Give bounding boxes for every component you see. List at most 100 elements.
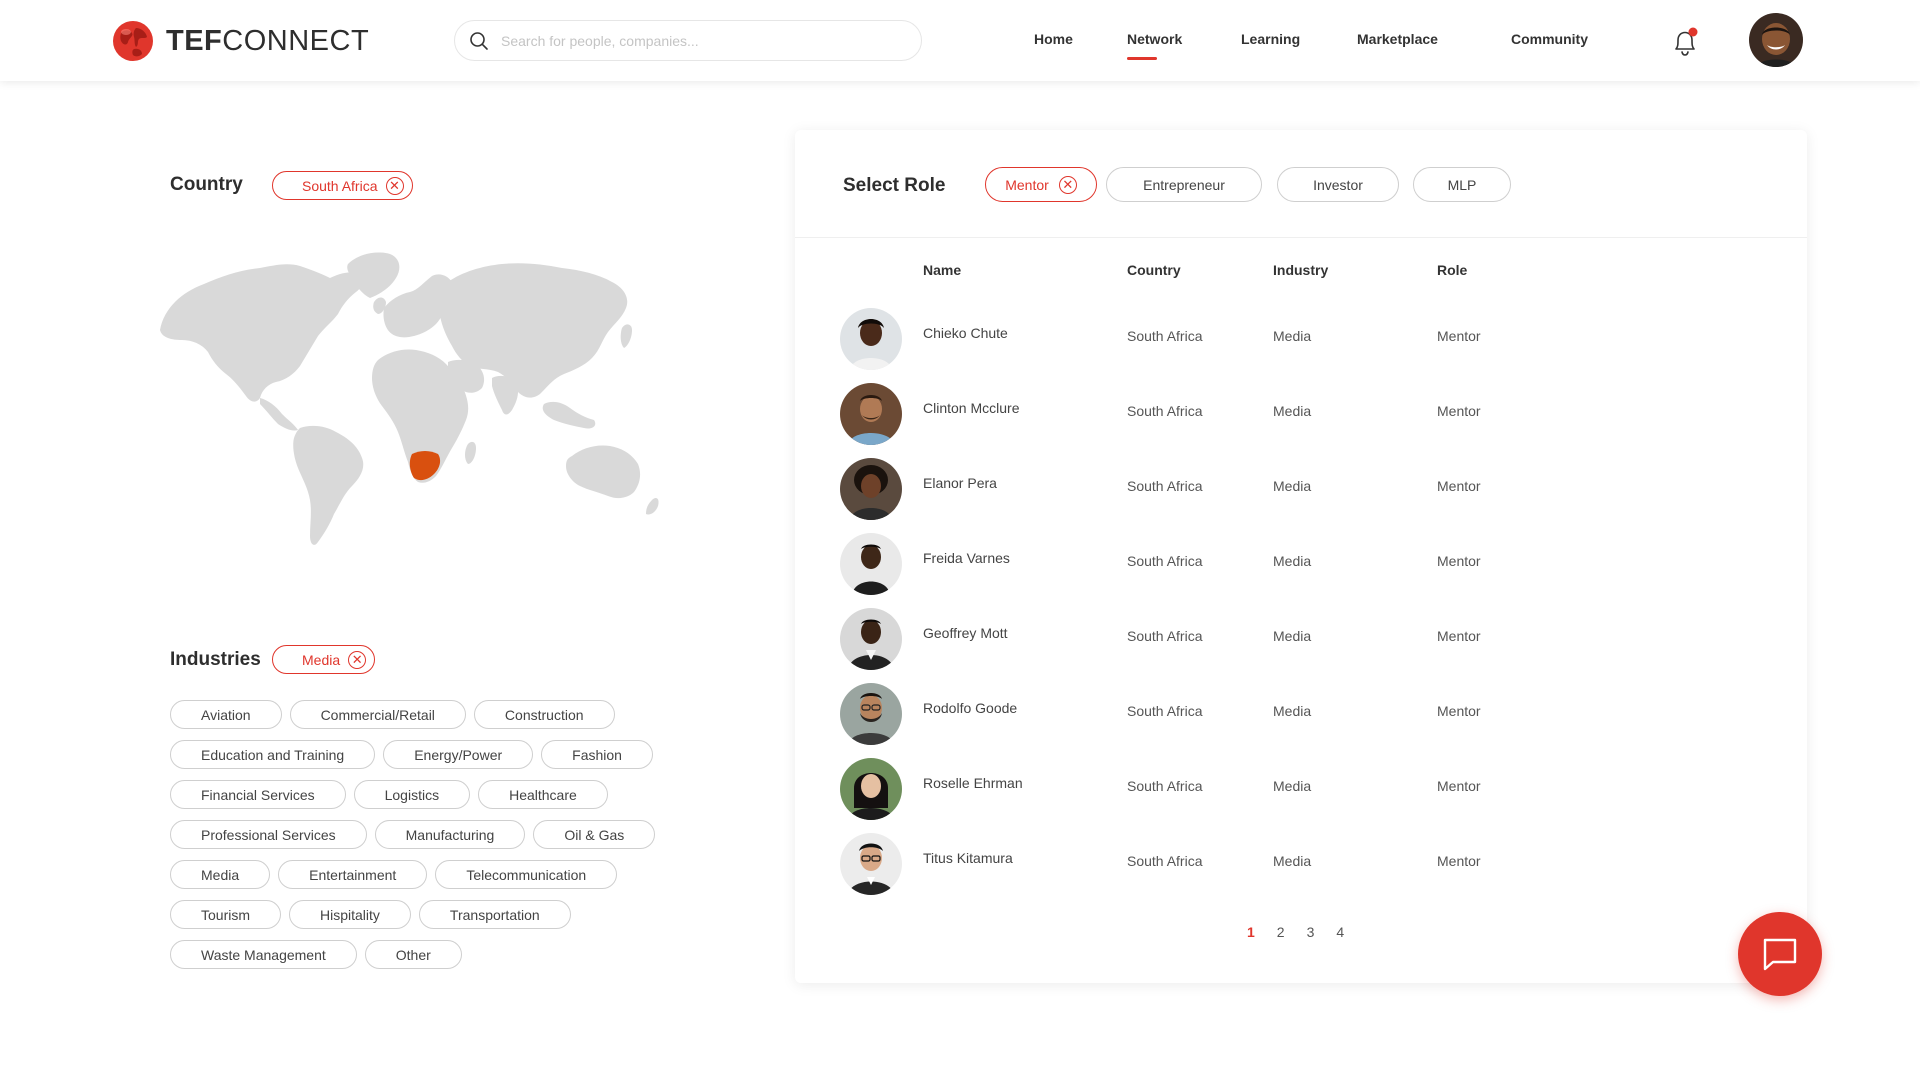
- person-name[interactable]: Freida Varnes: [923, 550, 1010, 566]
- role-chip-investor[interactable]: Investor: [1277, 167, 1399, 202]
- person-role: Mentor: [1437, 853, 1481, 869]
- role-chip-mlp[interactable]: MLP: [1413, 167, 1511, 202]
- country-label: Country: [170, 174, 243, 195]
- person-country: South Africa: [1127, 778, 1203, 794]
- remove-industry-icon[interactable]: ✕: [348, 650, 367, 669]
- person-industry: Media: [1273, 628, 1312, 644]
- industry-tag[interactable]: Education and Training: [170, 740, 376, 769]
- country-filter-chip[interactable]: South Africa ✕: [272, 171, 413, 200]
- user-avatar-image: [1749, 13, 1803, 67]
- person-name[interactable]: Roselle Ehrman: [923, 775, 1023, 791]
- page-3[interactable]: 3: [1307, 924, 1315, 940]
- search-input[interactable]: [501, 32, 901, 49]
- table-row[interactable]: Freida Varnes South Africa Media Mentor: [840, 533, 1760, 595]
- person-country: South Africa: [1127, 403, 1203, 419]
- industry-tag[interactable]: Transportation: [418, 900, 571, 929]
- role-chip-mentor[interactable]: Mentor ✕: [985, 167, 1097, 202]
- profile-photo[interactable]: [840, 833, 902, 895]
- industry-tag[interactable]: Hispitality: [289, 900, 411, 929]
- page-4[interactable]: 4: [1336, 924, 1344, 940]
- profile-photo[interactable]: [840, 683, 902, 745]
- person-industry: Media: [1273, 553, 1312, 569]
- person-role: Mentor: [1437, 778, 1481, 794]
- person-name[interactable]: Titus Kitamura: [923, 850, 1013, 866]
- column-header-country: Country: [1127, 262, 1181, 278]
- industry-tag[interactable]: Construction: [473, 700, 615, 729]
- page-2[interactable]: 2: [1277, 924, 1285, 940]
- industry-tag[interactable]: Other: [364, 940, 462, 969]
- nav-learning[interactable]: Learning: [1241, 31, 1300, 47]
- country-chip-label: South Africa: [302, 177, 378, 194]
- people-results-card: Select Role Mentor ✕ Entrepreneur Invest…: [795, 130, 1807, 983]
- search-icon: [470, 31, 488, 50]
- remove-role-icon[interactable]: ✕: [1058, 175, 1077, 194]
- industry-tag[interactable]: Healthcare: [478, 780, 608, 809]
- remove-country-icon[interactable]: ✕: [385, 176, 404, 195]
- industry-tag[interactable]: Manufacturing: [374, 820, 526, 849]
- select-role-label: Select Role: [843, 175, 946, 196]
- search-bar[interactable]: [454, 20, 922, 61]
- person-country: South Africa: [1127, 628, 1203, 644]
- nav-community[interactable]: Community: [1511, 31, 1588, 47]
- bell-icon[interactable]: [1670, 26, 1700, 58]
- table-row[interactable]: Roselle Ehrman South Africa Media Mentor: [840, 758, 1760, 820]
- table-row[interactable]: Elanor Pera South Africa Media Mentor: [840, 458, 1760, 520]
- industry-tag[interactable]: Telecommunication: [435, 860, 618, 889]
- industry-tag[interactable]: Professional Services: [170, 820, 367, 849]
- nav-home[interactable]: Home: [1034, 31, 1073, 47]
- page-1[interactable]: 1: [1247, 924, 1255, 940]
- profile-photo[interactable]: [840, 458, 902, 520]
- chat-button[interactable]: [1738, 912, 1822, 996]
- industry-tag[interactable]: Tourism: [170, 900, 282, 929]
- world-map[interactable]: [152, 248, 672, 568]
- person-country: South Africa: [1127, 478, 1203, 494]
- nav-marketplace[interactable]: Marketplace: [1357, 31, 1438, 47]
- profile-photo[interactable]: [840, 758, 902, 820]
- user-avatar[interactable]: [1749, 13, 1803, 67]
- profile-photo[interactable]: [840, 608, 902, 670]
- person-role: Mentor: [1437, 478, 1481, 494]
- person-name[interactable]: Elanor Pera: [923, 475, 997, 491]
- industry-tag[interactable]: Aviation: [170, 700, 282, 729]
- table-row[interactable]: Geoffrey Mott South Africa Media Mentor: [840, 608, 1760, 670]
- table-row[interactable]: Titus Kitamura South Africa Media Mentor: [840, 833, 1760, 895]
- person-name[interactable]: Chieko Chute: [923, 325, 1008, 341]
- industry-tag-list: Aviation Commercial/Retail Construction …: [170, 700, 670, 980]
- table-row[interactable]: Chieko Chute South Africa Media Mentor: [840, 308, 1760, 370]
- person-country: South Africa: [1127, 703, 1203, 719]
- industry-tag[interactable]: Oil & Gas: [533, 820, 656, 849]
- person-industry: Media: [1273, 478, 1312, 494]
- map-landmass: [160, 252, 659, 545]
- industry-tag[interactable]: Financial Services: [170, 780, 346, 809]
- card-divider: [795, 237, 1807, 238]
- chat-icon: [1763, 938, 1797, 971]
- column-header-role: Role: [1437, 262, 1468, 278]
- person-name[interactable]: Geoffrey Mott: [923, 625, 1008, 641]
- person-industry: Media: [1273, 328, 1312, 344]
- table-row[interactable]: Rodolfo Goode South Africa Media Mentor: [840, 683, 1760, 745]
- industry-tag[interactable]: Media: [170, 860, 271, 889]
- industry-filter-chip[interactable]: Media ✕: [272, 645, 376, 674]
- person-name[interactable]: Clinton Mcclure: [923, 400, 1019, 416]
- role-chip-entrepreneur[interactable]: Entrepreneur: [1106, 167, 1262, 202]
- industry-tag[interactable]: Energy/Power: [383, 740, 534, 769]
- industry-tag[interactable]: Entertainment: [278, 860, 428, 889]
- industry-tag[interactable]: Logistics: [353, 780, 471, 809]
- tefconnect-logo[interactable]: TEFCONNECT: [112, 20, 369, 62]
- column-header-name: Name: [923, 262, 962, 278]
- table-row[interactable]: Clinton Mcclure South Africa Media Mento…: [840, 383, 1760, 445]
- person-role: Mentor: [1437, 553, 1481, 569]
- person-name[interactable]: Rodolfo Goode: [923, 700, 1017, 716]
- profile-photo[interactable]: [840, 533, 902, 595]
- column-header-industry: Industry: [1273, 262, 1329, 278]
- industry-tag[interactable]: Commercial/Retail: [289, 700, 466, 729]
- industry-tag[interactable]: Waste Management: [170, 940, 357, 969]
- person-role: Mentor: [1437, 628, 1481, 644]
- person-industry: Media: [1273, 853, 1312, 869]
- industries-label: Industries: [170, 649, 261, 670]
- nav-network[interactable]: Network: [1127, 31, 1182, 47]
- person-country: South Africa: [1127, 553, 1203, 569]
- profile-photo[interactable]: [840, 383, 902, 445]
- industry-tag[interactable]: Fashion: [541, 740, 653, 769]
- profile-photo[interactable]: [840, 308, 902, 370]
